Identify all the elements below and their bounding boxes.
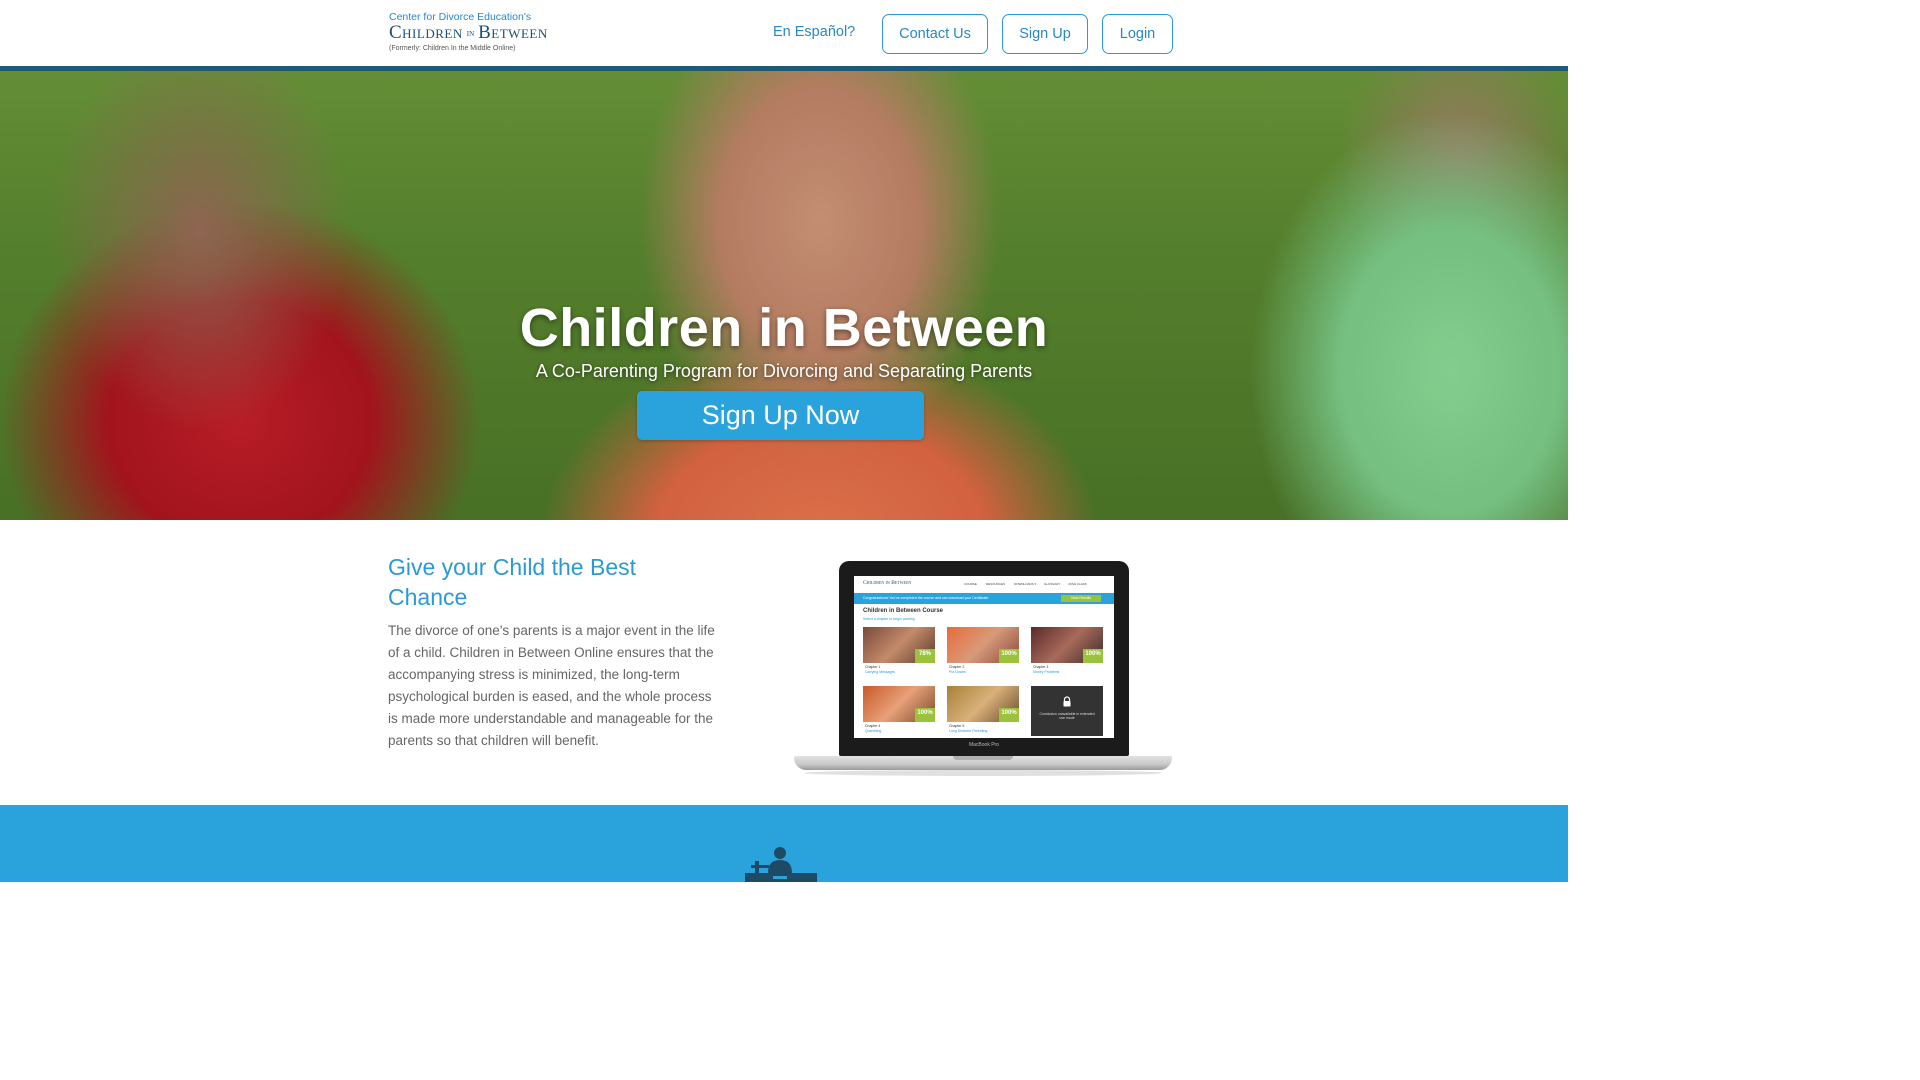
mini-chapter-number: Chapter 4 [865,724,881,728]
site-header: Center for Divorce Education's Children I… [0,0,1568,66]
mini-course-subtitle: Select a chapter to begin working [863,617,915,621]
logo-formerly-line: (Formerly: Children In the Middle Online… [389,44,516,52]
features-band [0,805,1568,882]
hero-title: Children in Between [519,298,1049,358]
laptop-shadow [804,770,1162,776]
spanish-language-link[interactable]: En Español? [773,24,855,40]
mini-chapter-progress: 100% [915,708,935,722]
laptop-screenshot: Children in Between COURSE RESOURCES DOW… [794,561,1172,777]
mini-chapter-progress: 100% [1083,649,1103,663]
lock-icon [1063,696,1071,707]
logo-word-right: Between [478,22,548,43]
mini-view-results-button: View Results [1061,595,1101,602]
laptop-bezel: Children in Between COURSE RESOURCES DOW… [839,561,1129,756]
mini-chapter-card: 100% Chapter 2 Put Downs [947,627,1019,677]
site-logo[interactable]: Center for Divorce Education's Children I… [389,11,619,55]
mini-nav-item: COURSE [964,582,977,586]
mini-chapter-number: Chapter 5 [949,724,965,728]
mini-chapter-name: Carrying Messages [865,670,896,674]
login-button[interactable]: Login [1102,14,1173,54]
mini-nav-item: RESOURCES [986,582,1006,586]
mini-chapter-progress: 100% [999,708,1019,722]
mini-banner-text: Congratulations! You've completed the co… [863,596,989,600]
mini-logo: Children in Between [863,580,912,586]
hero-subtitle: A Co-Parenting Program for Divorcing and… [535,361,1033,381]
mini-nav-item: JOSH CLARK [1068,582,1087,586]
mini-chapter-card: 100% Chapter 5 Long Distance Parenting [947,686,1019,736]
mini-locked-overlay: Conclusion unavailable in extended use m… [1031,686,1103,736]
mini-chapter-progress: 78% [915,649,935,663]
mini-chapter-number: Chapter 3 [1033,665,1049,669]
logo-word-in: IN [466,29,475,38]
laptop-brand-label: MacBook Pro [968,742,999,748]
hero-banner: Children in Between A Co-Parenting Progr… [0,71,1568,520]
logo-wordmark: Children IN Between [389,23,619,44]
mini-chapter-card: 100% Chapter 4 Quarreling [863,686,935,736]
mini-chapter-card: 78% Chapter 1 Carrying Messages [863,627,935,677]
mini-chapter-card: 100% Chapter 3 Money Problems [1031,627,1103,677]
laptop-screen: Children in Between COURSE RESOURCES DOW… [854,576,1114,738]
mini-chapter-name: Long Distance Parenting [949,729,988,733]
laptop-notch [953,756,1013,760]
sign-up-now-button[interactable]: Sign Up Now [637,391,924,440]
mini-congrats-banner: Congratulations! You've completed the co… [854,593,1114,604]
mini-chapter-number: Chapter 2 [949,665,965,669]
mini-chapter-name: Put Downs [949,670,966,674]
mini-chapter-name: Quarreling [865,729,882,733]
contact-us-button[interactable]: Contact Us [882,14,988,54]
mini-header: Children in Between COURSE RESOURCES DOW… [854,576,1114,592]
mini-nav-item: DOWNLOADS ▾ [1014,582,1037,586]
person-at-desk-icon [745,847,817,882]
mini-chapter-card-locked: Conclusion unavailable in extended use m… [1031,686,1103,736]
mini-nav-item: GLOSSARY [1044,582,1061,586]
mini-locked-text: Conclusion unavailable in extended use m… [1039,712,1095,720]
mini-chapter-name: Money Problems [1033,670,1060,674]
hero-photo-family [0,71,1568,520]
intro-heading: Give your Child the Best Chance [388,554,637,610]
mini-chapter-number: Chapter 1 [865,665,881,669]
mini-course-title: Children in Between Course [863,608,944,614]
mini-chapter-progress: 100% [999,649,1019,663]
logo-word-left: Children [389,22,463,43]
intro-body: The divorce of one's parents is a major … [388,623,715,748]
sign-up-button[interactable]: Sign Up [1002,14,1088,54]
